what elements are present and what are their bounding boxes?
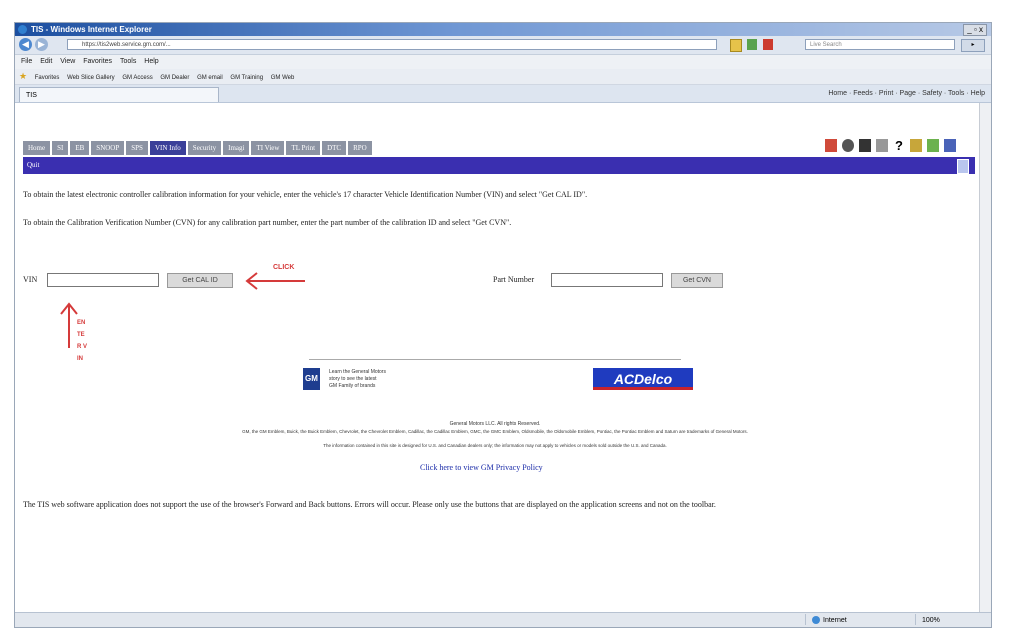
report-icon[interactable] — [825, 139, 837, 152]
tab-eb[interactable]: EB — [70, 141, 90, 155]
lock-icon[interactable] — [730, 39, 742, 52]
address-row: ◀ ▶ https://tis2web.service.gm.com/... L… — [15, 36, 991, 55]
browser-window: TIS - Windows Internet Explorer _ ▫ x ◀ … — [14, 22, 992, 628]
enter-vin-annotation: ENTER VIN — [77, 320, 88, 362]
gm-logo[interactable]: GM — [303, 368, 320, 390]
search-input[interactable]: Live Search — [805, 39, 955, 50]
part-number-label: Part Number — [493, 275, 535, 284]
legal-text-2: The information contained in this site i… — [323, 443, 667, 448]
vin-input[interactable] — [47, 273, 159, 287]
copyright-text: General Motors LLC. All rights Reserved. — [449, 421, 541, 427]
window-controls[interactable]: _ ▫ x — [963, 24, 987, 36]
menu-view[interactable]: View — [60, 58, 75, 65]
refresh-icon[interactable] — [747, 39, 757, 50]
status-bar: Internet 100% — [15, 612, 991, 627]
gm-text-line: GM Family of brands — [329, 383, 376, 389]
fav-link-4[interactable]: GM Training — [230, 75, 263, 81]
gm-brand-text[interactable]: Learn the General Motors story to see th… — [329, 369, 386, 390]
stop-icon[interactable] — [763, 39, 773, 50]
menu-edit[interactable]: Edit — [40, 58, 52, 65]
tab-rpo[interactable]: RPO — [348, 141, 372, 155]
click-arrow — [245, 272, 305, 290]
browser-tab-row: TIS Home · Feeds · Print · Page · Safety… — [15, 85, 991, 103]
quit-link[interactable]: Quit — [27, 157, 39, 174]
tab-sps[interactable]: SPS — [126, 141, 148, 155]
fav-link-0[interactable]: Web Slice Gallery — [67, 75, 115, 81]
legal-text-1: GM, the GM Emblem, Buick, the Buick Embl… — [242, 429, 748, 434]
forward-icon[interactable]: ▶ — [35, 38, 48, 51]
tab-ti-view[interactable]: TI View — [251, 141, 285, 155]
click-annotation: CLICK — [273, 264, 295, 271]
book-icon[interactable] — [927, 139, 939, 152]
page-content: Home SI EB SNOOP SPS VIN Info Security I… — [15, 103, 981, 613]
tab-snoop[interactable]: SNOOP — [91, 141, 125, 155]
back-icon[interactable]: ◀ — [19, 38, 32, 51]
window-title: TIS - Windows Internet Explorer — [31, 25, 152, 34]
app-banner: Quit — [23, 157, 975, 174]
vin-label: VIN — [23, 275, 38, 284]
tab-security[interactable]: Security — [187, 141, 222, 155]
menu-help[interactable]: Help — [144, 58, 158, 65]
menu-bar: File Edit View Favorites Tools Help — [15, 55, 991, 69]
command-bar[interactable]: Home · Feeds · Print · Page · Safety · T… — [828, 87, 985, 101]
gm-text-line: story to see the latest — [329, 376, 377, 382]
menu-favorites[interactable]: Favorites — [83, 58, 112, 65]
zone-label: Internet — [823, 617, 847, 624]
gm-text-line: Learn the General Motors — [329, 369, 386, 375]
title-bar: TIS - Windows Internet Explorer _ ▫ x — [15, 23, 991, 36]
fav-link-2[interactable]: GM Dealer — [160, 75, 189, 81]
footer-divider — [309, 359, 681, 360]
get-cvn-button[interactable]: Get CVN — [671, 273, 723, 288]
get-cal-id-button[interactable]: Get CAL ID — [167, 273, 233, 288]
address-bar[interactable]: https://tis2web.service.gm.com/... — [67, 39, 717, 50]
search-button[interactable]: ▸ — [961, 39, 985, 52]
menu-file[interactable]: File — [21, 58, 32, 65]
tab-imagi[interactable]: Imagi — [223, 141, 250, 155]
fav-link-3[interactable]: GM email — [197, 75, 223, 81]
tab-vin-info[interactable]: VIN Info — [149, 141, 186, 155]
fav-link-1[interactable]: GM Access — [122, 75, 152, 81]
favorites-star-icon[interactable]: ★ — [19, 71, 27, 81]
tab-dtc[interactable]: DTC — [322, 141, 347, 155]
help-icon[interactable]: ? — [893, 139, 905, 152]
tab-home[interactable]: Home — [23, 141, 51, 155]
tab-si[interactable]: SI — [52, 141, 69, 155]
app-nav-tabs: Home SI EB SNOOP SPS VIN Info Security I… — [23, 141, 372, 156]
vertical-scrollbar[interactable] — [979, 103, 991, 613]
fav-link-5[interactable]: GM Web — [271, 75, 295, 81]
user-icon[interactable] — [859, 139, 871, 152]
browser-tab[interactable]: TIS — [19, 87, 219, 102]
security-zone: Internet — [805, 614, 902, 625]
calendar-icon[interactable] — [876, 139, 888, 152]
tool-icons: ? — [825, 139, 956, 152]
info-icon[interactable] — [944, 139, 956, 152]
favorites-button[interactable]: Favorites — [35, 75, 60, 81]
acdelco-logo[interactable]: ACDelco — [593, 368, 693, 390]
favorites-bar: ★ Favorites Web Slice Gallery GM Access … — [15, 69, 991, 85]
part-number-input[interactable] — [551, 273, 663, 287]
instruction-cvn: To obtain the Calibration Verification N… — [23, 218, 512, 227]
eye-icon[interactable] — [842, 139, 854, 152]
globe-icon — [812, 616, 820, 625]
document-icon[interactable] — [957, 159, 969, 174]
enter-vin-arrow — [60, 302, 78, 348]
note-icon[interactable] — [910, 139, 922, 152]
tab-tl-print[interactable]: TL Print — [286, 141, 321, 155]
ie-icon — [18, 25, 27, 34]
navigation-warning: The TIS web software application does no… — [23, 500, 716, 509]
privacy-policy-link[interactable]: Click here to view GM Privacy Policy — [420, 463, 543, 472]
zoom-level[interactable]: 100% — [915, 614, 940, 625]
menu-tools[interactable]: Tools — [120, 58, 136, 65]
instruction-cal-id: To obtain the latest electronic controll… — [23, 190, 588, 199]
